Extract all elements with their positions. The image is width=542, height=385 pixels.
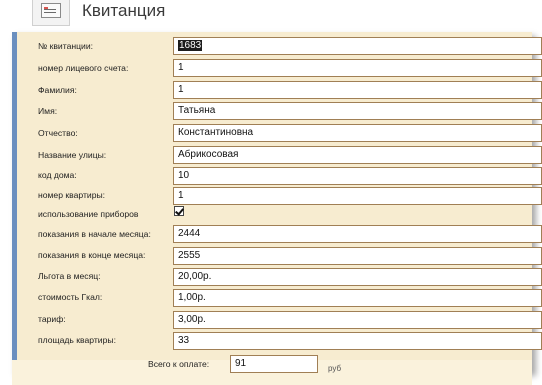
field-row-start-reading: показания в начале месяца: 2444	[0, 224, 542, 244]
meters-label: использование приборов	[38, 209, 139, 219]
surname-field[interactable]: 1	[173, 81, 542, 99]
apartment-label: номер квартиры:	[38, 190, 106, 200]
first-name-field[interactable]: Татьяна	[173, 102, 542, 120]
form-header: Квитанция	[0, 0, 542, 32]
end-reading-label: показания в конце месяца:	[38, 250, 146, 260]
benefit-label: Льгота в месяц:	[38, 271, 101, 281]
field-row-benefit: Льгота в месяц: 20,00р.	[0, 267, 542, 287]
area-label: площадь квартиры:	[38, 335, 116, 345]
total-label: Всего к оплате:	[148, 359, 210, 369]
check-mark-icon	[175, 206, 184, 216]
patronymic-label: Отчество:	[38, 128, 78, 138]
field-row-tariff: тариф: 3,00р.	[0, 310, 542, 330]
field-row-meters: использование приборов	[0, 206, 542, 226]
field-row-receipt-number: № квитанции: 1683	[0, 36, 542, 56]
meters-checkbox[interactable]	[174, 206, 184, 216]
field-row-first-name: Имя: Татьяна	[0, 101, 542, 121]
surname-label: Фамилия:	[38, 85, 77, 95]
field-row-account-number: номер лицевого счета: 1	[0, 58, 542, 78]
gcal-cost-field[interactable]: 1,00р.	[173, 289, 542, 307]
house-code-label: код дома:	[38, 170, 77, 180]
benefit-field[interactable]: 20,00р.	[173, 268, 542, 286]
tariff-label: тариф:	[38, 314, 66, 324]
end-reading-field[interactable]: 2555	[173, 247, 542, 265]
field-row-street: Название улицы: Абрикосовая	[0, 145, 542, 165]
patronymic-field[interactable]: Константиновна	[173, 124, 542, 142]
field-row-end-reading: показания в конце месяца: 2555	[0, 246, 542, 266]
gcal-cost-label: стоимость Гкал:	[38, 292, 103, 302]
total-unit: руб	[328, 364, 342, 373]
apartment-field[interactable]: 1	[173, 187, 542, 205]
receipt-number-field[interactable]: 1683	[173, 37, 542, 55]
field-row-gcal-cost: стоимость Гкал: 1,00р.	[0, 288, 542, 308]
account-number-label: номер лицевого счета:	[38, 63, 129, 73]
receipt-number-label: № квитанции:	[38, 41, 94, 51]
form-icon	[32, 0, 70, 26]
first-name-label: Имя:	[38, 106, 58, 116]
field-row-area: площадь квартиры: 33	[0, 331, 542, 351]
street-field[interactable]: Абрикосовая	[173, 146, 542, 164]
field-row-apartment: номер квартиры: 1	[0, 186, 542, 206]
street-label: Название улицы:	[38, 150, 107, 160]
field-row-patronymic: Отчество: Константиновна	[0, 123, 542, 143]
receipt-number-value: 1683	[178, 40, 203, 51]
start-reading-field[interactable]: 2444	[173, 225, 542, 243]
form-title: Квитанция	[82, 1, 166, 20]
field-row-house-code: код дома: 10	[0, 166, 542, 186]
house-code-field[interactable]: 10	[173, 167, 542, 185]
field-row-surname: Фамилия: 1	[0, 80, 542, 100]
start-reading-label: показания в начале месяца:	[38, 229, 151, 239]
area-field[interactable]: 33	[173, 332, 542, 350]
tariff-field[interactable]: 3,00р.	[173, 311, 542, 329]
account-number-field[interactable]: 1	[173, 59, 542, 77]
total-field[interactable]: 91	[230, 355, 318, 373]
